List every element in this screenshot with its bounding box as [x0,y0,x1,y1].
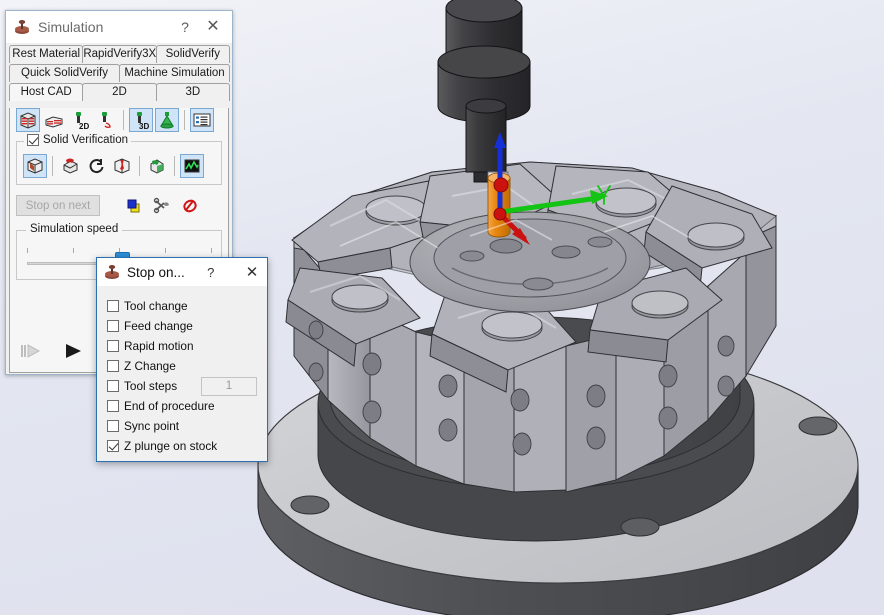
option-sync-point[interactable]: Sync point [107,416,267,436]
tab-rapidverify3x[interactable]: RapidVerify3X [82,45,157,63]
solid-verification-label: Solid Verification [43,134,129,146]
list-view-icon[interactable] [190,108,214,132]
display-mode-toolbar: 2D 3D [16,108,222,132]
solid-verification-header: Solid Verification [24,134,132,146]
option-rapid-motion[interactable]: Rapid motion [107,336,267,356]
option-feed-change[interactable]: Feed change [107,316,267,336]
stock-solid-icon[interactable] [16,108,40,132]
tool-steps-input[interactable]: 1 [201,376,257,396]
eraser-icon[interactable] [180,196,200,216]
tool-change-checkbox[interactable] [107,300,119,312]
stop-dialog-title: Stop on... [127,264,185,280]
feed-change-label: Feed change [124,319,193,333]
color-swatch-icon[interactable] [124,196,144,216]
z-change-label: Z Change [124,359,176,373]
stop-dialog-options: Tool change Feed change Rapid motion Z C… [97,286,267,456]
play-button[interactable] [62,342,84,365]
simulation-titlebar[interactable]: Simulation ? ✕ [6,11,232,43]
stop-on-dialog[interactable]: Stop on... ? ✕ Tool change Feed change R… [96,257,268,462]
application-icon [14,19,30,35]
toolbar-separator [123,110,124,130]
section-cut-icon[interactable] [58,154,82,178]
window-title: Simulation [38,19,104,35]
tab-machine-simulation[interactable]: Machine Simulation [119,64,230,82]
tool-change-label: Tool change [124,299,188,313]
sv-sep-2 [139,156,140,176]
simulation-speed-label: Simulation speed [26,223,123,235]
svg-text:2D: 2D [79,122,89,130]
rotate-icon[interactable] [84,154,108,178]
tab-rest-material[interactable]: Rest Material [9,45,84,63]
solid-verification-checkbox[interactable] [27,134,39,146]
rapid-motion-checkbox[interactable] [107,340,119,352]
tab-2d[interactable]: 2D [82,83,157,101]
tab-quick-solidverify[interactable]: Quick SolidVerify [9,64,120,82]
stop-dialog-titlebar[interactable]: Stop on... ? ✕ [97,258,267,286]
z-plunge-on-stock-checkbox[interactable] [107,440,119,452]
tool-3d-icon[interactable]: 3D [129,108,153,132]
tool-cone-icon[interactable] [155,108,179,132]
end-of-procedure-label: End of procedure [124,399,215,413]
option-tool-change[interactable]: Tool change [107,296,267,316]
z-change-checkbox[interactable] [107,360,119,372]
tool-steps-label: Tool steps [124,379,178,393]
z-plunge-on-stock-label: Z plunge on stock [124,439,218,453]
help-button[interactable]: ? [172,19,198,35]
solid-verification-group: Solid Verification [16,134,222,185]
stop-dialog-close-button[interactable]: ✕ [239,265,265,280]
tab-row-2: Quick SolidVerify Machine Simulation [6,64,232,82]
stop-on-next-row: Stop on next [16,195,222,216]
step-button[interactable] [20,342,44,365]
sv-sep-1 [52,156,53,176]
stop-on-next-button[interactable]: Stop on next [16,195,100,216]
svg-text:3D: 3D [139,122,149,130]
tool-2d-icon[interactable]: 2D [68,108,92,132]
compare-icon[interactable] [110,154,134,178]
shade-icon[interactable] [145,154,169,178]
tab-row-3: Host CAD 2D 3D [6,83,232,101]
stock-sliced-icon[interactable] [42,108,66,132]
close-button[interactable]: ✕ [198,19,228,35]
option-z-plunge-on-stock[interactable]: Z plunge on stock [107,436,267,456]
toolbar-separator-2 [184,110,185,130]
stop-dialog-icon [104,264,120,280]
sync-point-checkbox[interactable] [107,420,119,432]
tab-host-cad[interactable]: Host CAD [9,83,84,101]
tools-icon[interactable] [152,196,172,216]
tool-steps-checkbox[interactable] [107,380,119,392]
option-z-change[interactable]: Z Change [107,356,267,376]
sync-point-label: Sync point [124,419,180,433]
tool-path-icon[interactable] [94,108,118,132]
tab-solidverify[interactable]: SolidVerify [155,45,230,63]
tab-row-1: Rest Material RapidVerify3X SolidVerify [6,45,232,63]
analyze-icon[interactable] [180,154,204,178]
feed-change-checkbox[interactable] [107,320,119,332]
option-tool-steps[interactable]: Tool steps 1 [107,376,267,396]
sv-sep-3 [174,156,175,176]
option-end-of-procedure[interactable]: End of procedure [107,396,267,416]
end-of-procedure-checkbox[interactable] [107,400,119,412]
cube-view-icon[interactable] [23,154,47,178]
tab-3d[interactable]: 3D [155,83,230,101]
rapid-motion-label: Rapid motion [124,339,194,353]
stop-dialog-help-button[interactable]: ? [203,265,219,280]
